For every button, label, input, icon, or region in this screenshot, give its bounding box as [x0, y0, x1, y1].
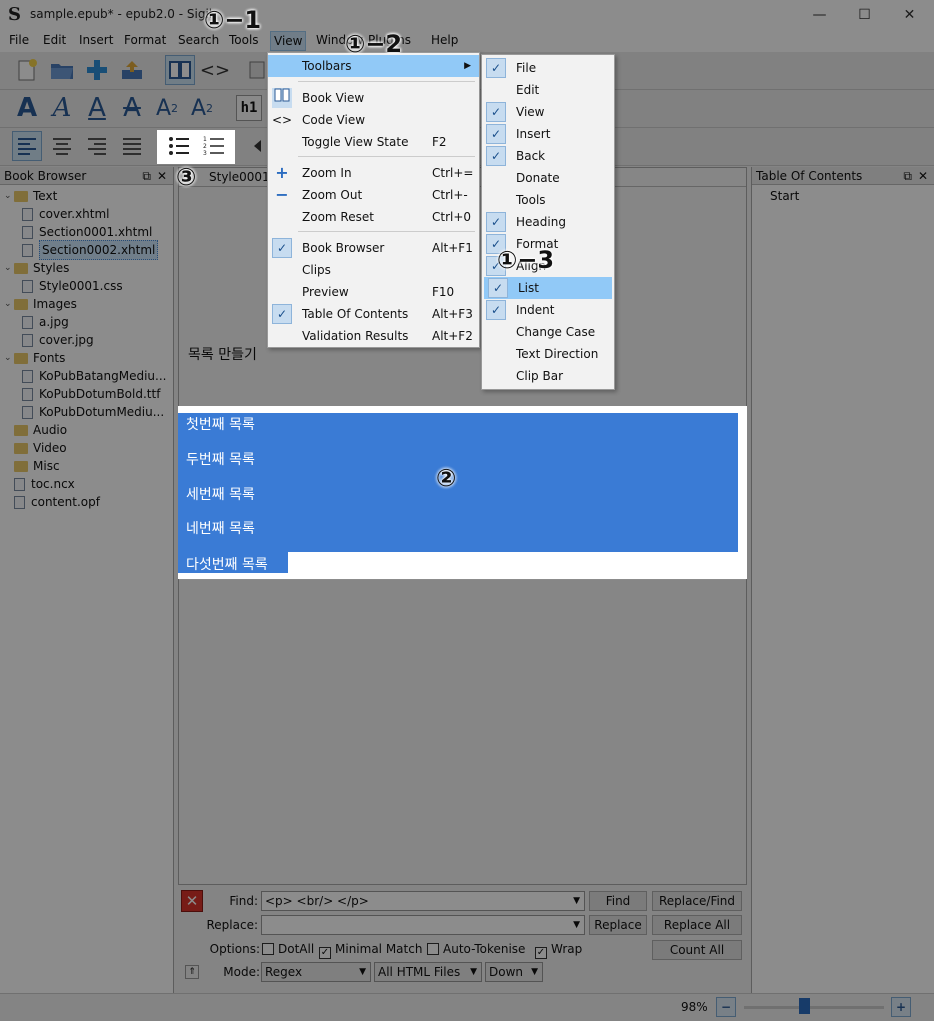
numbered-list-icon[interactable]: 123	[199, 131, 229, 161]
view-menu-dropdown: Toolbars ▶ Book View <> Code View Toggle View…	[267, 52, 480, 348]
menu-item-label: Toggle View State	[302, 135, 409, 149]
menu-separator	[298, 156, 475, 157]
menu-separator	[298, 231, 475, 232]
svg-text:2: 2	[203, 143, 207, 150]
bullet-list-icon[interactable]	[164, 131, 194, 161]
menu-item-label: Book Browser	[302, 241, 385, 255]
zoom-out-icon: −	[275, 185, 289, 204]
menu-item-label: Zoom In	[302, 166, 352, 180]
list-item[interactable]: 네번째 목록	[186, 518, 255, 538]
toolbar-toggle-view[interactable]: ✓ View	[482, 101, 614, 123]
submenu-item-label: File	[516, 61, 537, 75]
annotation-1-3: ①−3	[497, 246, 555, 274]
toolbar-toggle-indent[interactable]: ✓ Indent	[482, 299, 614, 321]
toolbar-toggle-donate[interactable]: Donate	[482, 167, 614, 189]
menu-item-label: Toolbars	[302, 59, 352, 73]
menu-item-label: Preview	[302, 285, 349, 299]
menu-shortcut: F10	[432, 285, 455, 299]
view-menu-item-validation-results[interactable]: Validation Results Alt+F2	[268, 325, 479, 347]
menu-item-label: Zoom Out	[302, 188, 363, 202]
submenu-item-label: Heading	[516, 215, 566, 229]
checkmark-icon: ✓	[488, 278, 508, 298]
menu-shortcut: Ctrl+0	[432, 210, 472, 224]
toolbar-toggle-back[interactable]: ✓ Back	[482, 145, 614, 167]
checkmark-icon: ✓	[486, 146, 506, 166]
toolbar-toggle-file[interactable]: ✓ File	[482, 57, 614, 79]
toolbars-submenu: ✓ File Edit ✓ View ✓ Insert ✓ Back Donate Tools ✓ He…	[481, 54, 615, 390]
toolbar-toggle-tools[interactable]: Tools	[482, 189, 614, 211]
submenu-item-label: Change Case	[516, 325, 596, 339]
view-menu-item-code-view[interactable]: <> Code View	[268, 109, 479, 131]
submenu-item-label: Insert	[516, 127, 551, 141]
checkmark-icon: ✓	[272, 304, 292, 324]
toolbar-toggle-edit[interactable]: Edit	[482, 79, 614, 101]
menu-shortcut: F2	[432, 135, 447, 149]
zoom-in-icon: +	[275, 163, 289, 182]
view-menu-item-preview[interactable]: Preview F10	[268, 281, 479, 303]
menu-item-label: Code View	[302, 113, 366, 127]
checkmark-icon: ✓	[486, 124, 506, 144]
list-item[interactable]: 첫번째 목록	[186, 414, 255, 434]
menu-shortcut: Alt+F3	[432, 307, 473, 321]
submenu-item-label: Edit	[516, 83, 540, 97]
submenu-item-label: View	[516, 105, 545, 119]
submenu-item-label: Donate	[516, 171, 560, 185]
submenu-item-label: Tools	[516, 193, 546, 207]
code-view-icon: <>	[272, 113, 293, 127]
list-item[interactable]: 두번째 목록	[186, 449, 255, 469]
menu-item-label: Validation Results	[302, 329, 409, 343]
checkmark-icon: ✓	[272, 238, 292, 258]
view-menu-item-book-view[interactable]: Book View	[268, 87, 479, 109]
annotation-2: ②	[436, 464, 457, 492]
checkmark-icon: ✓	[486, 102, 506, 122]
view-menu-item-zoom-out[interactable]: − Zoom Out Ctrl+-	[268, 184, 479, 206]
menu-item-label: Book View	[302, 91, 365, 105]
checkmark-icon: ✓	[486, 212, 506, 232]
view-menu-item-book-browser[interactable]: ✓ Book Browser Alt+F1	[268, 237, 479, 259]
annotation-1-2: ①−2	[345, 30, 403, 58]
submenu-item-label: Clip Bar	[516, 369, 563, 383]
menu-shortcut: Alt+F1	[432, 241, 473, 255]
toolbar-toggle-change-case[interactable]: Change Case	[482, 321, 614, 343]
checkmark-icon: ✓	[486, 58, 506, 78]
view-menu-item-toolbars[interactable]: Toolbars ▶	[268, 55, 479, 77]
checkmark-icon: ✓	[486, 300, 506, 320]
list-item[interactable]: 세번째 목록	[186, 484, 255, 504]
menu-shortcut: Ctrl+-	[432, 188, 468, 202]
toolbar-toggle-insert[interactable]: ✓ Insert	[482, 123, 614, 145]
menu-item-label: Table Of Contents	[302, 307, 409, 321]
view-menu-item-clips[interactable]: Clips	[268, 259, 479, 281]
svg-text:1: 1	[203, 136, 207, 143]
selection-spotlight: 첫번째 목록 두번째 목록 세번째 목록 네번째 목록 다섯번째 목록	[178, 406, 747, 579]
submenu-item-label: List	[518, 281, 539, 295]
list-item[interactable]: 다섯번째 목록	[186, 554, 268, 574]
menu-shortcut: Alt+F2	[432, 329, 473, 343]
view-menu-item-table-of-contents[interactable]: ✓ Table Of Contents Alt+F3	[268, 303, 479, 325]
view-menu-item-zoom-in[interactable]: + Zoom In Ctrl+=	[268, 162, 479, 184]
menu-item-label: Zoom Reset	[302, 210, 374, 224]
annotation-3: ③	[176, 163, 197, 191]
menu-item-label: Clips	[302, 263, 331, 277]
menu-separator	[298, 81, 475, 82]
submenu-arrow-icon: ▶	[464, 61, 471, 71]
book-view-icon	[272, 88, 292, 108]
annotation-1-1: ①−1	[204, 6, 262, 34]
menu-shortcut: Ctrl+=	[432, 166, 474, 180]
svg-text:3: 3	[203, 150, 207, 157]
submenu-item-label: Text Direction	[516, 347, 599, 361]
view-menu-item-zoom-reset[interactable]: Zoom Reset Ctrl+0	[268, 206, 479, 228]
selection-highlight	[178, 413, 738, 552]
list-toolbar-highlight: 123	[157, 130, 235, 164]
view-menu-item-toggle-view-state[interactable]: Toggle View State F2	[268, 131, 479, 153]
toolbar-toggle-text-direction[interactable]: Text Direction	[482, 343, 614, 365]
toolbar-toggle-clip-bar[interactable]: Clip Bar	[482, 365, 614, 387]
toolbar-toggle-heading[interactable]: ✓ Heading	[482, 211, 614, 233]
submenu-item-label: Back	[516, 149, 546, 163]
submenu-item-label: Indent	[516, 303, 555, 317]
toolbar-toggle-list[interactable]: ✓ List	[484, 277, 612, 299]
